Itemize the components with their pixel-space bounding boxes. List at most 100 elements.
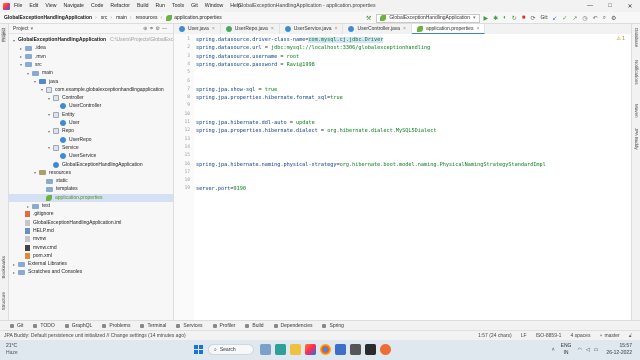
tree-item[interactable]: UserController: [9, 102, 173, 110]
close-tab-icon[interactable]: ×: [403, 26, 406, 32]
tree-item[interactable]: ▾ main: [9, 69, 173, 77]
tray-chevron-up-icon[interactable]: ˄: [552, 347, 555, 353]
git-push-icon[interactable]: ↗: [572, 15, 577, 22]
tree-item[interactable]: UserService: [9, 152, 173, 160]
tool-window-notifications[interactable]: Notifications: [634, 60, 639, 85]
tool-window-structure[interactable]: Structure: [1, 292, 6, 310]
hide-panel-icon[interactable]: —: [162, 26, 169, 32]
taskbar-app-folder-icon[interactable]: [290, 344, 301, 355]
bottom-tab-graphql[interactable]: GraphQL: [64, 323, 92, 329]
chevron-down-icon[interactable]: ▾: [31, 26, 34, 32]
breadcrumb-main[interactable]: main: [116, 15, 127, 21]
tree-item[interactable]: templates: [9, 185, 173, 193]
volume-icon[interactable]: ◁: [586, 347, 590, 353]
code-line[interactable]: spring.datasource.password = Ravi@1998: [196, 62, 315, 68]
code-line[interactable]: spring.jpa.show-sql = true: [196, 87, 277, 93]
indent-setting[interactable]: 4 spaces: [570, 333, 590, 339]
bottom-tab-git[interactable]: Git: [10, 323, 23, 329]
coverage-icon[interactable]: ◐: [503, 15, 507, 21]
tree-item[interactable]: ▾ com.example.globalexceptionhandlingappl…: [9, 86, 173, 94]
tree-item[interactable]: GlobalExceptionHandlingApplication.iml: [9, 219, 173, 227]
breadcrumb-resources[interactable]: resources: [136, 15, 158, 21]
taskbar-app-mysql-icon[interactable]: [350, 344, 361, 355]
bottom-tab-terminal[interactable]: Terminal: [140, 323, 166, 329]
tree-item[interactable]: User: [9, 119, 173, 127]
code-line[interactable]: spring.jpa.hibernate.naming.physical-str…: [196, 162, 546, 168]
search-everywhere-icon[interactable]: ⌕: [603, 15, 606, 22]
code-line[interactable]: spring.jpa.properties.hibernate.dialect …: [196, 128, 437, 134]
editor-tab[interactable]: UserService.java ×: [280, 24, 344, 34]
menu-view[interactable]: View: [45, 3, 56, 9]
close-window-button[interactable]: ✕: [620, 0, 640, 12]
taskbar-app-edge-icon[interactable]: [275, 344, 286, 355]
status-message[interactable]: JPA Buddy: Default persistence unit init…: [4, 333, 186, 339]
editor-tab[interactable]: UserController.java ×: [343, 24, 412, 34]
project-panel-title[interactable]: Project: [13, 26, 29, 32]
close-tab-icon[interactable]: ×: [271, 26, 274, 32]
bottom-tab-spring[interactable]: Spring: [322, 323, 344, 329]
git-commit-icon[interactable]: ✓: [562, 15, 567, 22]
editor-tab[interactable]: UserRepo.java ×: [221, 24, 280, 34]
taskbar-app-store-icon[interactable]: [335, 344, 346, 355]
close-tab-icon[interactable]: ×: [476, 26, 479, 32]
run-configuration-select[interactable]: GlobalExceptionHandlingApplication ▾: [376, 13, 480, 23]
system-clock[interactable]: 15:57 26-12-2022: [606, 343, 632, 356]
tool-window-maven[interactable]: Maven: [634, 104, 639, 118]
tree-item[interactable]: UserRepo: [9, 136, 173, 144]
run-icon[interactable]: ▶: [484, 15, 489, 22]
wifi-icon[interactable]: ◠: [577, 347, 581, 353]
tree-item[interactable]: pom.xml: [9, 252, 173, 260]
windows-start-icon[interactable]: [194, 345, 203, 354]
input-language[interactable]: ENG IN: [561, 343, 572, 356]
bottom-tab-profiler[interactable]: Profiler: [212, 323, 235, 329]
taskbar-search[interactable]: ⌕ Search: [208, 344, 254, 355]
tree-item[interactable]: ▾ Entity: [9, 111, 173, 119]
tree-item[interactable]: application.properties: [9, 193, 173, 202]
tool-window-database[interactable]: Database: [634, 28, 639, 47]
profile-icon[interactable]: ↻: [512, 15, 517, 22]
tool-window-bookmarks[interactable]: Bookmarks: [1, 256, 6, 279]
hammer-build-icon[interactable]: ⚒: [366, 15, 371, 22]
tree-item[interactable]: ▸ .mvn: [9, 53, 173, 61]
bottom-tab-todo[interactable]: TODO: [33, 323, 55, 329]
tree-item[interactable]: ▾ GlobalExceptionHandlingApplication C:\Us…: [9, 36, 173, 44]
tree-item[interactable]: ▾ Controller: [9, 94, 173, 102]
tree-item[interactable]: HELP.md: [9, 227, 173, 235]
menu-file[interactable]: File: [14, 3, 22, 9]
tree-item[interactable]: static: [9, 177, 173, 185]
taskbar-app-terminal-icon[interactable]: [365, 344, 376, 355]
git-update-icon[interactable]: ↙: [552, 15, 557, 22]
menu-navigate[interactable]: Navigate: [63, 3, 83, 9]
tree-item[interactable]: ▸ External Libraries: [9, 260, 173, 268]
taskbar-app-intellij-icon[interactable]: [305, 344, 316, 355]
tree-item[interactable]: ▾ src: [9, 61, 173, 69]
debug-icon[interactable]: ✱: [493, 15, 498, 22]
tree-item[interactable]: mvnw.cmd: [9, 244, 173, 252]
maximize-button[interactable]: □: [600, 0, 620, 12]
menu-edit[interactable]: Edit: [29, 3, 38, 9]
code-line[interactable]: spring.datasource.url = jdbc:mysql://loc…: [196, 45, 430, 51]
tree-item[interactable]: ▾ Service: [9, 144, 173, 152]
taskbar-app-widgets-icon[interactable]: [260, 344, 271, 355]
weather-widget[interactable]: 21°C Haze: [6, 343, 18, 357]
menu-build[interactable]: Build: [137, 3, 149, 9]
close-tab-icon[interactable]: ×: [335, 26, 338, 32]
history-icon[interactable]: ◷: [582, 15, 587, 22]
breadcrumb-project[interactable]: GlobalExceptionHandlingApplication: [4, 15, 92, 21]
caret-position[interactable]: 1:57 (24 chars): [478, 333, 512, 339]
breadcrumb-src[interactable]: src: [101, 15, 108, 21]
tree-item[interactable]: ▾ java: [9, 78, 173, 86]
menu-git[interactable]: Git: [191, 3, 198, 9]
git-branch[interactable]: master: [604, 333, 619, 339]
code-editor[interactable]: 1 2 3 4 5 6 7 8 9 10 11 12 13 14 15 16 17 18 19 spring.dat…: [174, 34, 631, 320]
lock-icon[interactable]: 🔓︎: [629, 333, 632, 339]
tree-item[interactable]: mvnw: [9, 235, 173, 243]
battery-icon[interactable]: ▭: [594, 347, 599, 353]
bottom-tab-services[interactable]: Services: [176, 323, 203, 329]
code-line[interactable]: server.port=9190: [196, 186, 246, 192]
menu-window[interactable]: Window: [205, 3, 223, 9]
minimize-button[interactable]: —: [580, 0, 600, 12]
tree-item[interactable]: .gitignore: [9, 210, 173, 218]
taskbar-app-chrome-icon[interactable]: [320, 344, 331, 355]
tree-item[interactable]: ▸ Scratches and Consoles: [9, 268, 173, 276]
